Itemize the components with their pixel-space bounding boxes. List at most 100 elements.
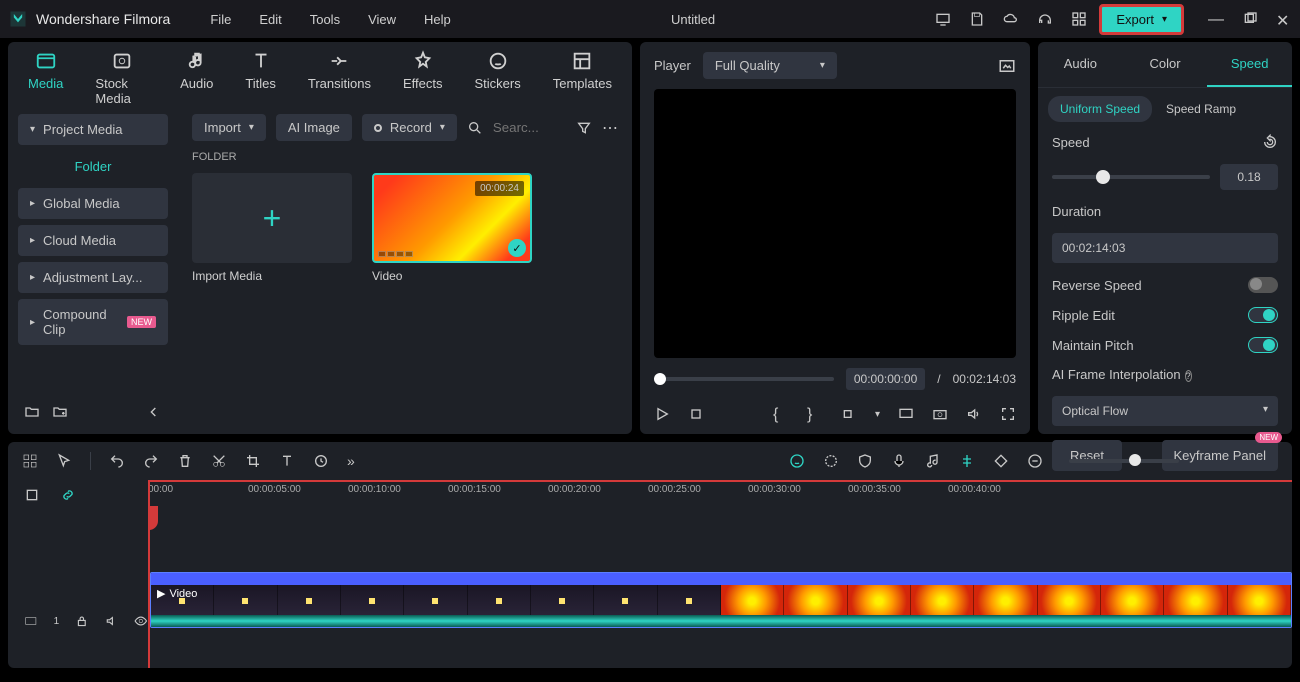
menu-tools[interactable]: Tools [310,12,340,27]
media-item-video[interactable]: 00:00:24 ✓ Video [372,173,532,283]
lock-icon[interactable] [75,613,89,629]
reset-speed-icon[interactable] [1262,134,1278,150]
sidebar-cloud-media[interactable]: ▸Cloud Media [18,225,168,256]
plus-icon: + [263,200,282,237]
new-folder-icon[interactable] [24,404,40,420]
text-icon[interactable] [279,453,295,469]
speed-icon[interactable] [313,453,329,469]
duration-input[interactable]: 00:02:14:03 [1052,233,1278,263]
playback-scrubber[interactable] [654,377,834,381]
filter-icon[interactable] [576,120,592,136]
info-icon[interactable]: ? [1185,370,1192,382]
export-button[interactable]: Export ▾ [1099,4,1184,35]
cursor-icon[interactable] [56,453,72,469]
preview-canvas[interactable] [654,89,1016,358]
menu-view[interactable]: View [368,12,396,27]
timeline-ruler[interactable]: 00:00 00:00:05:00 00:00:10:00 00:00:15:0… [148,480,1292,506]
sidebar-adjustment-layer[interactable]: ▸Adjustment Lay... [18,262,168,293]
pitch-toggle[interactable] [1248,337,1278,353]
import-button[interactable]: Import▾ [192,114,266,141]
search-input[interactable] [493,120,553,135]
record-button[interactable]: Record▾ [362,114,457,141]
tab-audio-inspector[interactable]: Audio [1038,42,1123,87]
snapshot-icon[interactable] [998,57,1016,75]
marker-icon[interactable] [959,453,975,469]
volume-icon[interactable] [966,406,982,422]
mark-in-icon[interactable]: { [773,406,789,422]
zoom-thumb[interactable] [1129,454,1141,466]
speed-slider[interactable] [1052,175,1210,179]
smiley-icon[interactable] [789,453,805,469]
collapse-sidebar-icon[interactable] [146,404,162,420]
chevron-down-icon[interactable]: ▾ [875,409,880,420]
tab-templates[interactable]: Templates [553,50,612,106]
sidebar-project-media[interactable]: ▾Project Media [18,114,168,145]
keyframe-icon[interactable] [993,453,1009,469]
cloud-icon[interactable] [1003,11,1019,27]
ripple-toggle[interactable] [1248,307,1278,323]
import-media-tile[interactable]: + Import Media [192,173,352,283]
menu-help[interactable]: Help [424,12,451,27]
tab-speed-inspector[interactable]: Speed [1207,42,1292,87]
tab-media[interactable]: Media [28,50,63,106]
new-bin-icon[interactable] [52,404,68,420]
sidebar-compound-clip[interactable]: ▸Compound ClipNEW [18,299,168,345]
snap-icon[interactable] [24,487,40,503]
mic-icon[interactable] [891,453,907,469]
minimize-icon[interactable]: — [1208,11,1224,27]
shield-icon[interactable] [857,453,873,469]
undo-icon[interactable] [109,453,125,469]
stop-icon[interactable] [688,406,704,422]
tab-titles[interactable]: Titles [245,50,276,106]
color-wheel-icon[interactable] [823,453,839,469]
cut-icon[interactable] [211,453,227,469]
tab-transitions[interactable]: Transitions [308,50,371,106]
visibility-icon[interactable] [134,613,148,629]
monitor-icon[interactable] [935,11,951,27]
quality-select[interactable]: Full Quality▾ [703,52,837,79]
maximize-icon[interactable] [1242,11,1258,27]
redo-icon[interactable] [143,453,159,469]
sidebar-global-media[interactable]: ▸Global Media [18,188,168,219]
camera-icon[interactable] [932,406,948,422]
close-icon[interactable]: ✕ [1276,11,1292,27]
more-tools-icon[interactable]: » [347,453,363,469]
tab-stock-media[interactable]: Stock Media [95,50,148,106]
sidebar-folder[interactable]: Folder [18,151,168,182]
scrub-handle[interactable] [654,373,666,385]
slider-thumb[interactable] [1096,170,1110,184]
subtab-speed-ramp[interactable]: Speed Ramp [1162,96,1240,122]
reverse-toggle[interactable] [1248,277,1278,293]
play-icon[interactable] [654,406,670,422]
save-icon[interactable] [969,11,985,27]
music-note-icon[interactable] [925,453,941,469]
tab-color-inspector[interactable]: Color [1123,42,1208,87]
crop-ratio-icon[interactable] [841,406,857,422]
grid-icon[interactable] [1071,11,1087,27]
more-icon[interactable]: ⋯ [602,118,618,138]
tab-stickers[interactable]: Stickers [475,50,521,106]
keyframe-panel-button[interactable]: Keyframe PanelNEW [1162,440,1279,471]
ai-image-button[interactable]: AI Image [276,114,352,141]
mute-icon[interactable] [105,613,119,629]
playhead[interactable] [148,480,150,668]
crop-icon[interactable] [245,453,261,469]
tab-audio[interactable]: Audio [180,50,213,106]
menu-file[interactable]: File [210,12,231,27]
headphones-icon[interactable] [1037,11,1053,27]
fullscreen-icon[interactable] [1000,406,1016,422]
menu-edit[interactable]: Edit [259,12,281,27]
mark-out-icon[interactable]: } [807,406,823,422]
display-icon[interactable] [898,406,914,422]
speed-value[interactable]: 0.18 [1220,164,1278,190]
aiframe-select[interactable]: Optical Flow▾ [1052,396,1278,426]
tab-effects[interactable]: Effects [403,50,443,106]
subtab-uniform-speed[interactable]: Uniform Speed [1048,96,1152,122]
delete-icon[interactable] [177,453,193,469]
timeline-grid-icon[interactable] [22,453,38,469]
zoom-out-icon[interactable] [1027,453,1043,469]
timeline-tracks-area[interactable]: 00:00 00:00:05:00 00:00:10:00 00:00:15:0… [148,480,1292,668]
link-icon[interactable] [60,487,76,503]
timeline-clip[interactable]: ▶Video [150,572,1292,628]
zoom-slider[interactable] [1069,459,1179,463]
